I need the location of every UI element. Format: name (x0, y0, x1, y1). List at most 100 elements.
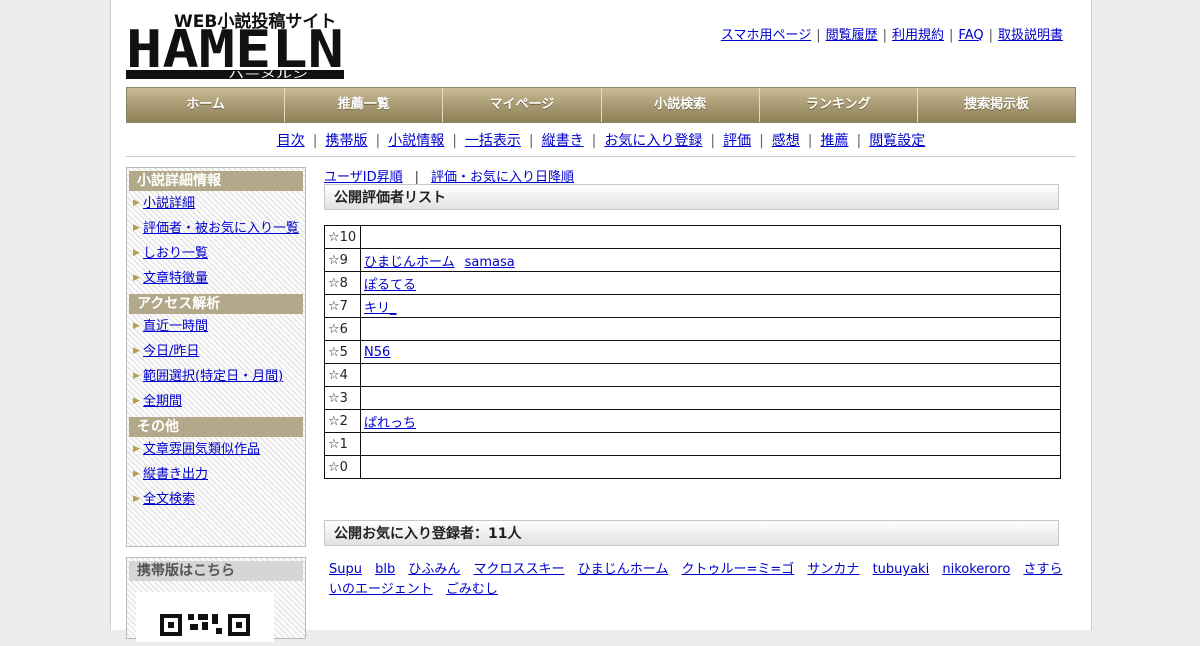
table-row: ☆3 (324, 386, 1061, 410)
sidebar-item-today-yesterday[interactable]: ▶ 今日/昨日 (127, 339, 305, 364)
table-row: ☆5 N56 (324, 340, 1061, 364)
sidebar-link[interactable]: 評価者・被お気に入り一覧 (143, 221, 299, 236)
subnav-comments[interactable]: 感想 (772, 133, 800, 149)
favorite-user-link[interactable]: Supu (329, 562, 362, 577)
favorite-user-link[interactable]: nikokeroro (942, 562, 1010, 577)
rater-names-cell (360, 455, 1061, 479)
sidebar-link[interactable]: 直近一時間 (143, 319, 208, 334)
arrow-icon: ▶ (133, 273, 140, 283)
rating-table: ☆10 ☆9 ひまじんホーム samasa ☆8 ぽるてる ☆7 キリ_ ☆6 ☆5 N56 ☆4 ☆3… (324, 225, 1061, 479)
subnav-show-all[interactable]: 一括表示 (465, 133, 521, 149)
sidebar-item-similar-works[interactable]: ▶ 文章雰囲気類似作品 (127, 437, 305, 462)
logo-graphic: WEB小説投稿サイト HAMELN ハーメルン (126, 11, 344, 81)
arrow-icon: ▶ (133, 469, 140, 479)
table-row: ☆7 キリ_ (324, 294, 1061, 318)
sidebar-item-novel-details[interactable]: ▶ 小説詳細 (127, 191, 305, 216)
nav-ranking[interactable]: ランキング (759, 88, 918, 122)
rating-list-heading: 公開評価者リスト (324, 184, 1059, 210)
sidebar-item-vertical-output[interactable]: ▶ 縦書き出力 (127, 462, 305, 487)
rater-link[interactable]: ひまじんホーム (364, 255, 455, 270)
subnav-mobile[interactable]: 携帯版 (325, 133, 367, 149)
sidebar-item-full-text-search[interactable]: ▶ 全文検索 (127, 487, 305, 512)
manual-link[interactable]: 取扱説明書 (998, 28, 1063, 43)
subnav-vertical[interactable]: 縦書き (542, 133, 584, 149)
smartphone-page-link[interactable]: スマホ用ページ (721, 28, 811, 43)
rater-link[interactable]: ぽるてる (364, 278, 416, 293)
favorite-user-link[interactable]: ごみむし (446, 582, 498, 597)
hameln-logo[interactable]: WEB小説投稿サイト HAMELN ハーメルン (126, 10, 346, 81)
rater-names-cell: キリ_ (360, 294, 1061, 318)
sidebar-link[interactable]: しおり一覧 (143, 246, 208, 261)
nav-mypage[interactable]: マイページ (443, 88, 602, 122)
rater-names-cell (360, 225, 1061, 249)
top-links: スマホ用ページ | 閲覧履歴 | 利用規約 | FAQ | 取扱説明書 (720, 28, 1063, 43)
arrow-icon: ▶ (133, 346, 140, 356)
arrow-icon: ▶ (133, 494, 140, 504)
sort-by-date[interactable]: 評価・お気に入り日降順 (431, 170, 574, 185)
star-rating-cell: ☆6 (324, 317, 361, 341)
favorites-heading: 公開お気に入り登録者：11人 (324, 520, 1059, 546)
sidebar-item-range-select[interactable]: ▶ 範囲選択(特定日・月間) (127, 364, 305, 389)
subnav-recommend[interactable]: 推薦 (821, 133, 849, 149)
rater-names-cell: ぱれっち (360, 409, 1061, 433)
sidebar-link[interactable]: 今日/昨日 (143, 344, 199, 359)
rater-names-cell (360, 317, 1061, 341)
star-rating-cell: ☆5 (324, 340, 361, 364)
logo-subtitle: ハーメルン (228, 70, 308, 80)
sidebar-link[interactable]: 縦書き出力 (143, 467, 208, 482)
subnav-view-settings[interactable]: 閲覧設定 (869, 133, 925, 149)
sidebar-item-text-features[interactable]: ▶ 文章特徴量 (127, 266, 305, 291)
sidebar-heading-access: アクセス解析 (129, 294, 303, 314)
mobile-version-heading: 携帯版はこちら (129, 561, 303, 581)
subnav-novel-info[interactable]: 小説情報 (388, 133, 444, 149)
arrow-icon: ▶ (133, 321, 140, 331)
terms-link[interactable]: 利用規約 (892, 28, 944, 43)
nav-home[interactable]: ホーム (127, 88, 286, 122)
favorite-user-link[interactable]: マクロススキー (474, 562, 565, 577)
subnav-rate[interactable]: 評価 (723, 133, 751, 149)
nav-novel-search[interactable]: 小説検索 (601, 88, 760, 122)
sort-by-user-id[interactable]: ユーザID昇順 (324, 170, 403, 185)
favorite-user-link[interactable]: サンカナ (807, 562, 859, 577)
star-rating-cell: ☆1 (324, 432, 361, 456)
table-row: ☆0 (324, 455, 1061, 479)
rater-link[interactable]: samasa (465, 255, 515, 270)
sidebar-link[interactable]: 文章特徴量 (143, 271, 208, 286)
sidebar-link[interactable]: 全期間 (143, 394, 182, 409)
sidebar-item-last-hour[interactable]: ▶ 直近一時間 (127, 314, 305, 339)
nav-search-board[interactable]: 捜索掲示板 (917, 88, 1076, 122)
sidebar-link[interactable]: 小説詳細 (143, 196, 195, 211)
sidebar-item-raters-favorites[interactable]: ▶ 評価者・被お気に入り一覧 (127, 216, 305, 241)
favorite-user-link[interactable]: ひふみん (408, 562, 460, 577)
sidebar-heading-other: その他 (129, 417, 303, 437)
favorite-user-link[interactable]: ひまじんホーム (578, 562, 669, 577)
faq-link[interactable]: FAQ (958, 28, 983, 43)
rater-link[interactable]: ぱれっち (364, 416, 416, 431)
arrow-icon: ▶ (133, 371, 140, 381)
subnav-toc[interactable]: 目次 (277, 133, 305, 149)
browse-history-link[interactable]: 閲覧履歴 (826, 28, 878, 43)
sidebar-item-bookmarks[interactable]: ▶ しおり一覧 (127, 241, 305, 266)
page-container: WEB小説投稿サイト HAMELN ハーメルン スマホ用ページ | 閲覧履歴 | 利用規… (110, 0, 1092, 642)
arrow-icon: ▶ (133, 248, 140, 258)
sidebar-link[interactable]: 範囲選択(特定日・月間) (143, 369, 283, 384)
table-row: ☆6 (324, 317, 1061, 341)
sidebar-item-all-time[interactable]: ▶ 全期間 (127, 389, 305, 414)
star-rating-cell: ☆9 (324, 248, 361, 272)
rater-link[interactable]: N56 (364, 345, 390, 360)
star-rating-cell: ☆0 (324, 455, 361, 479)
favorite-user-link[interactable]: クトゥルー=ミ=ゴ (681, 562, 794, 577)
table-row: ☆1 (324, 432, 1061, 456)
star-rating-cell: ☆8 (324, 271, 361, 295)
sidebar-link[interactable]: 文章雰囲気類似作品 (143, 442, 260, 457)
star-rating-cell: ☆4 (324, 363, 361, 387)
arrow-icon: ▶ (133, 396, 140, 406)
rater-names-cell: ぽるてる (360, 271, 1061, 295)
sidebar-link[interactable]: 全文検索 (143, 492, 195, 507)
favorites-list: Supu blb ひふみん マクロススキー ひまじんホーム クトゥルー=ミ=ゴ … (329, 560, 1064, 600)
subnav-add-favorite[interactable]: お気に入り登録 (604, 133, 702, 149)
favorite-user-link[interactable]: blb (375, 562, 395, 577)
rater-link[interactable]: キリ_ (364, 301, 397, 316)
favorite-user-link[interactable]: tubuyaki (873, 562, 930, 577)
nav-recommend-list[interactable]: 推薦一覧 (285, 88, 444, 122)
